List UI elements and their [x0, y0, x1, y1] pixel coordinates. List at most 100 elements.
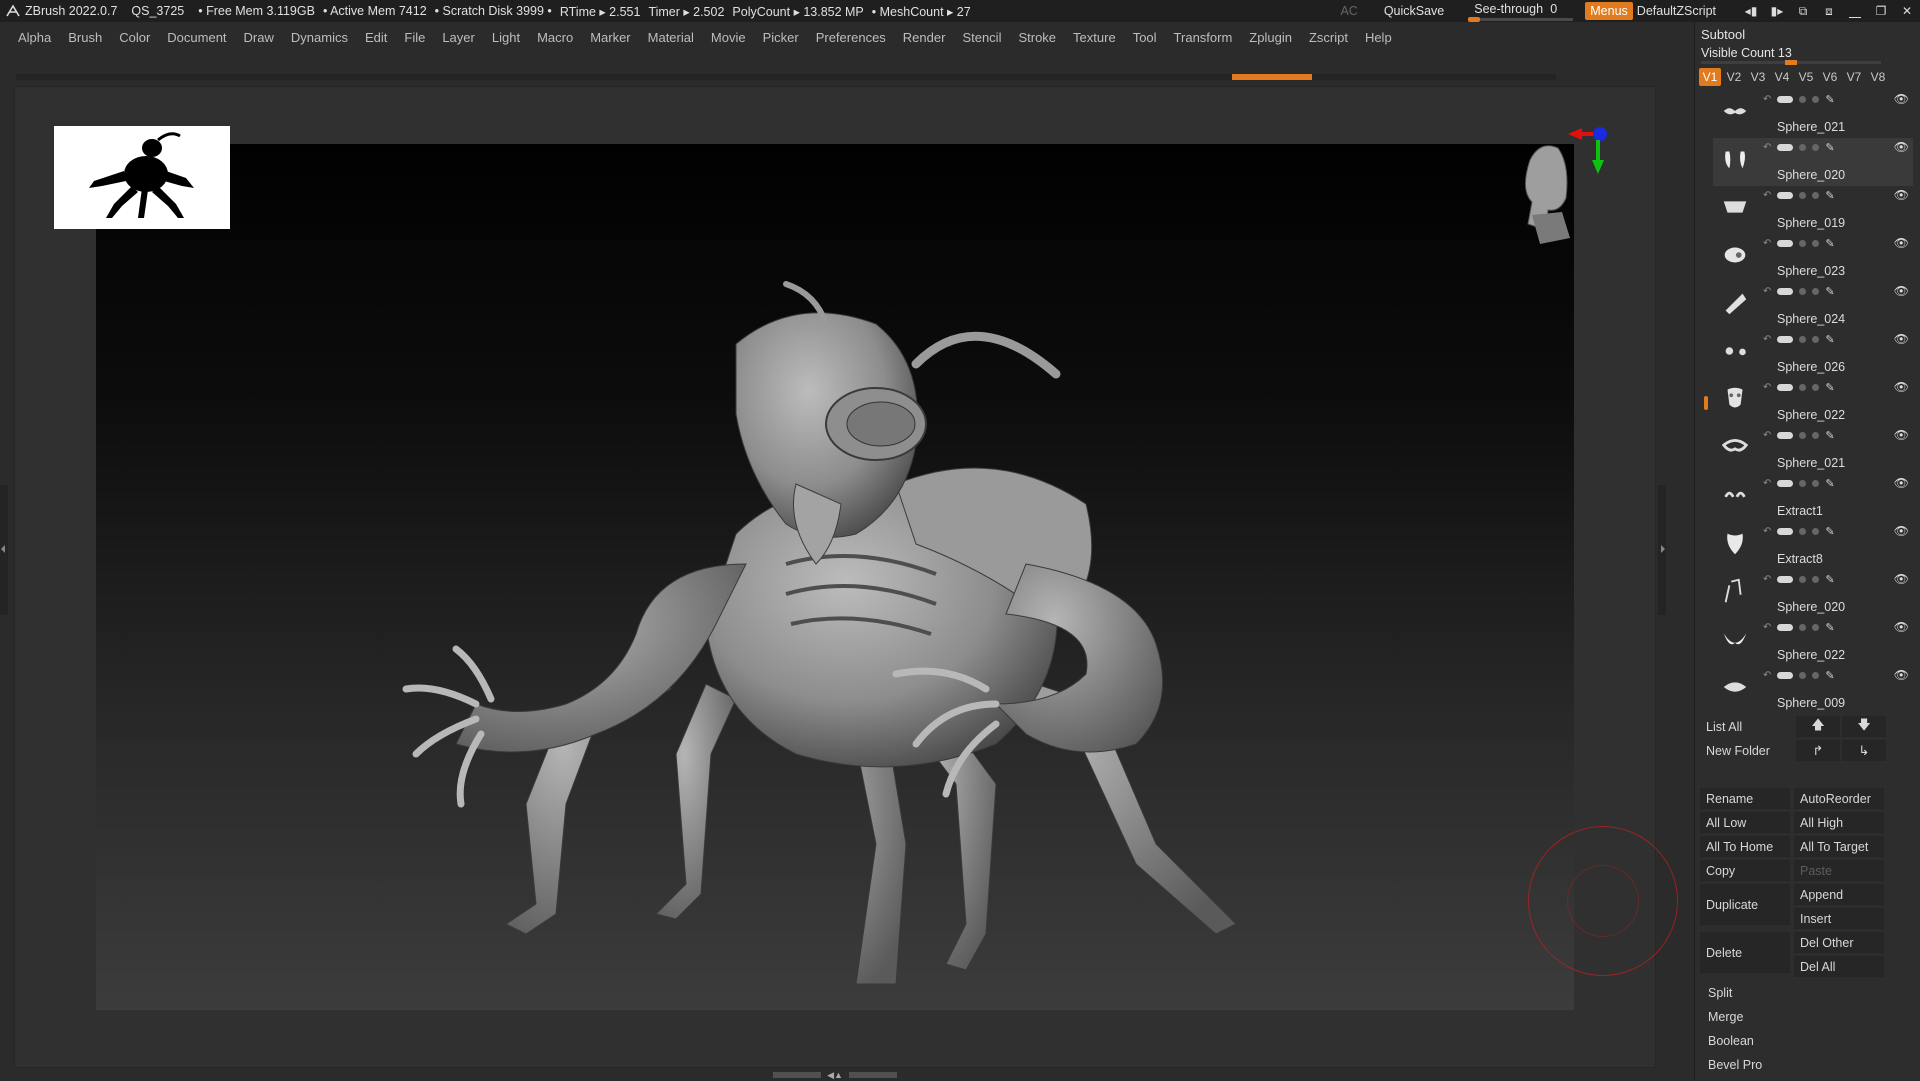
boolean-menu[interactable]: Boolean [1700, 1030, 1912, 1051]
rollback-icon[interactable]: ↶ [1763, 286, 1771, 297]
viewport-canvas[interactable] [96, 144, 1574, 1010]
move-up-button[interactable]: 🡅 [1796, 716, 1840, 737]
menu-material[interactable]: Material [648, 30, 694, 45]
minimize-icon[interactable]: ⎽ [1842, 0, 1868, 22]
menu-macro[interactable]: Macro [537, 30, 573, 45]
solo-dot[interactable] [1812, 287, 1820, 295]
rollback-icon[interactable]: ↶ [1763, 430, 1771, 441]
version-tab-v5[interactable]: V5 [1795, 68, 1817, 86]
polypaint-toggle[interactable] [1777, 287, 1794, 295]
menu-movie[interactable]: Movie [711, 30, 746, 45]
mode-dot[interactable] [1799, 335, 1807, 343]
menu-tool[interactable]: Tool [1133, 30, 1157, 45]
all-to-home-button[interactable]: All To Home [1700, 836, 1790, 857]
solo-dot[interactable] [1812, 95, 1820, 103]
eye-icon[interactable]: 👁 [1894, 236, 1909, 250]
subtool-item[interactable]: ↶ ✎ 👁 Extract8 [1713, 522, 1913, 570]
menus-toggle-button[interactable]: Menus [1585, 2, 1633, 20]
eye-icon[interactable]: 👁 [1894, 140, 1909, 154]
left-tray-handle[interactable] [0, 485, 8, 615]
brush-icon[interactable]: ✎ [1825, 237, 1834, 250]
menu-picker[interactable]: Picker [763, 30, 799, 45]
brush-icon[interactable]: ✎ [1825, 381, 1834, 394]
brush-icon[interactable]: ✎ [1825, 189, 1834, 202]
menu-dynamics[interactable]: Dynamics [291, 30, 348, 45]
rollback-icon[interactable]: ↶ [1763, 238, 1771, 249]
polypaint-toggle[interactable] [1777, 671, 1794, 679]
eye-icon[interactable]: 👁 [1894, 428, 1909, 442]
rollback-icon[interactable]: ↶ [1763, 94, 1771, 105]
brush-icon[interactable]: ✎ [1825, 285, 1834, 298]
menu-stroke[interactable]: Stroke [1018, 30, 1056, 45]
subtool-item[interactable]: ↶ ✎ 👁 Sphere_021 [1713, 426, 1913, 474]
menu-edit[interactable]: Edit [365, 30, 387, 45]
brush-icon[interactable]: ✎ [1825, 477, 1834, 490]
see-through-slider[interactable]: See-through 0 [1468, 0, 1574, 22]
version-tab-v1[interactable]: V1 [1699, 68, 1721, 86]
subtool-scroll-indicator[interactable] [1704, 396, 1708, 410]
mode-dot[interactable] [1799, 671, 1807, 679]
navigation-head-gizmo[interactable] [1510, 120, 1620, 260]
copy-button[interactable]: Copy [1700, 860, 1790, 881]
polypaint-toggle[interactable] [1777, 479, 1794, 487]
subtool-item[interactable]: ↶ ✎ 👁 Extract1 [1713, 474, 1913, 522]
solo-dot[interactable] [1812, 431, 1820, 439]
menu-stencil[interactable]: Stencil [962, 30, 1001, 45]
move-down-button[interactable]: 🡇 [1842, 716, 1886, 737]
eye-icon[interactable]: 👁 [1894, 620, 1909, 634]
layout-next-icon[interactable]: ▮▸ [1764, 0, 1790, 22]
rollback-icon[interactable]: ↶ [1763, 334, 1771, 345]
brush-icon[interactable]: ✎ [1825, 333, 1834, 346]
eye-icon[interactable]: 👁 [1894, 572, 1909, 586]
mode-dot[interactable] [1799, 479, 1807, 487]
eye-icon[interactable]: 👁 [1894, 332, 1909, 346]
polypaint-toggle[interactable] [1777, 383, 1794, 391]
mode-dot[interactable] [1799, 623, 1807, 631]
mode-dot[interactable] [1799, 527, 1807, 535]
menu-brush[interactable]: Brush [68, 30, 102, 45]
rollback-icon[interactable]: ↶ [1763, 622, 1771, 633]
rollback-icon[interactable]: ↶ [1763, 190, 1771, 201]
rollback-icon[interactable]: ↶ [1763, 526, 1771, 537]
restore-layout-icon[interactable]: ⧈ [1816, 0, 1842, 22]
menu-file[interactable]: File [404, 30, 425, 45]
mode-dot[interactable] [1799, 575, 1807, 583]
solo-dot[interactable] [1812, 191, 1820, 199]
bottom-tray-handle[interactable]: ◀▲ [770, 1070, 900, 1080]
solo-dot[interactable] [1812, 671, 1820, 679]
paste-button[interactable]: Paste [1794, 860, 1884, 881]
delete-button[interactable]: Delete [1700, 932, 1790, 973]
split-menu[interactable]: Split [1700, 982, 1912, 1003]
brush-icon[interactable]: ✎ [1825, 93, 1834, 106]
rollback-icon[interactable]: ↶ [1763, 670, 1771, 681]
del-all-button[interactable]: Del All [1794, 956, 1884, 977]
version-tab-v4[interactable]: V4 [1771, 68, 1793, 86]
menu-alpha[interactable]: Alpha [18, 30, 51, 45]
version-tab-v6[interactable]: V6 [1819, 68, 1841, 86]
polypaint-toggle[interactable] [1777, 239, 1794, 247]
menu-layer[interactable]: Layer [442, 30, 475, 45]
solo-dot[interactable] [1812, 527, 1820, 535]
brush-icon[interactable]: ✎ [1825, 669, 1834, 682]
folder-up-button[interactable]: ↱ [1796, 740, 1840, 761]
maximize-icon[interactable]: ❐ [1868, 0, 1894, 22]
polypaint-toggle[interactable] [1777, 95, 1794, 103]
solo-dot[interactable] [1812, 143, 1820, 151]
dock-icon[interactable]: ⧉ [1790, 0, 1816, 22]
polypaint-toggle[interactable] [1777, 575, 1794, 583]
all-low-button[interactable]: All Low [1700, 812, 1790, 833]
subtool-item[interactable]: ↶ ✎ 👁 Sphere_022 [1713, 618, 1913, 666]
polypaint-toggle[interactable] [1777, 431, 1794, 439]
mode-dot[interactable] [1799, 143, 1807, 151]
solo-dot[interactable] [1812, 479, 1820, 487]
menu-render[interactable]: Render [903, 30, 946, 45]
eye-icon[interactable]: 👁 [1894, 524, 1909, 538]
merge-menu[interactable]: Merge [1700, 1006, 1912, 1027]
eye-icon[interactable]: 👁 [1894, 668, 1909, 682]
layout-prev-icon[interactable]: ◂▮ [1738, 0, 1764, 22]
brush-icon[interactable]: ✎ [1825, 141, 1834, 154]
subtool-item[interactable]: ↶ ✎ 👁 Sphere_026 [1713, 330, 1913, 378]
rollback-icon[interactable]: ↶ [1763, 574, 1771, 585]
eye-icon[interactable]: 👁 [1894, 92, 1909, 106]
default-zscript-button[interactable]: DefaultZScript [1637, 4, 1716, 18]
